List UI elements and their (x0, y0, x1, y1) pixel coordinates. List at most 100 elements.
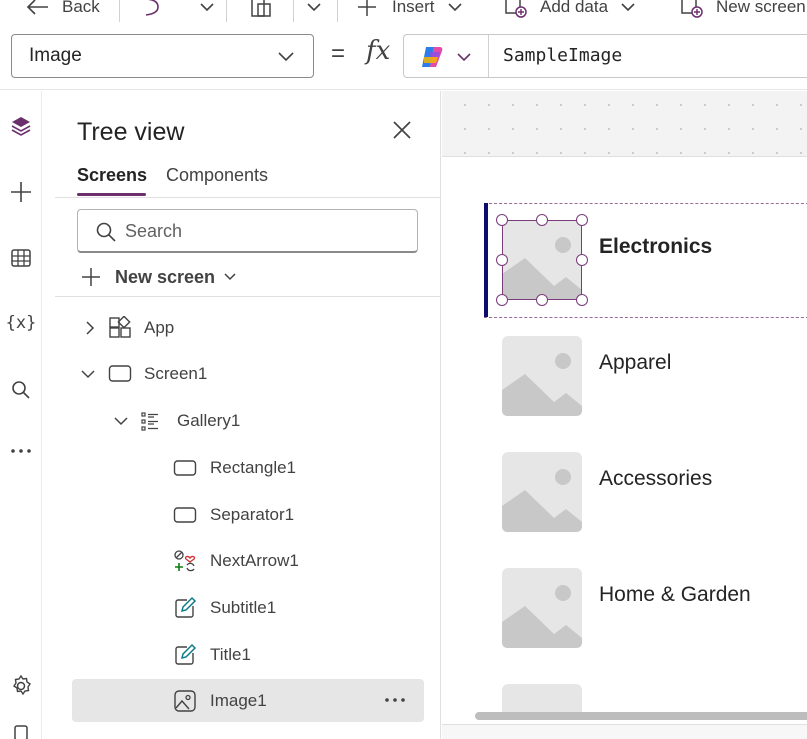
selection-outline (502, 220, 582, 300)
new-screen-command-label: New screen (716, 0, 806, 16)
tree-node-separator1[interactable]: Separator1 (72, 496, 424, 534)
chevron-right-icon[interactable] (82, 320, 98, 336)
resize-handle[interactable] (536, 214, 548, 226)
plus-icon (358, 0, 376, 16)
new-screen-button[interactable]: New screen (81, 263, 237, 291)
tree-node-label: Screen1 (144, 364, 208, 383)
tree-node-label: Rectangle1 (210, 458, 297, 477)
undo-dropdown[interactable] (199, 0, 215, 20)
canvas-footer (442, 724, 807, 739)
fx-icon[interactable]: fx (366, 36, 390, 66)
paste-button[interactable] (250, 0, 272, 20)
tree-node-nextarrow1[interactable]: NextArrow1 (72, 542, 424, 580)
resize-handle[interactable] (576, 254, 588, 266)
data-table-icon[interactable] (9, 246, 33, 270)
chevron-down-icon (447, 3, 462, 12)
resize-handle[interactable] (496, 214, 508, 226)
paste-icon (251, 0, 271, 17)
gallery-icon (141, 412, 158, 431)
selection-bar (484, 203, 488, 317)
divider (488, 35, 489, 77)
rectangle-icon (173, 460, 197, 476)
gallery-item-title[interactable]: Apparel (599, 351, 671, 375)
account-icon[interactable] (9, 724, 33, 739)
new-screen-icon (681, 0, 703, 18)
chevron-down-icon (278, 52, 294, 62)
back-button[interactable]: Back (24, 0, 100, 20)
chevron-down-icon (307, 3, 321, 12)
settings-icon[interactable] (9, 674, 33, 698)
resize-handle[interactable] (536, 294, 548, 306)
formula-input[interactable]: SampleImage (403, 34, 807, 78)
search-icon[interactable] (9, 378, 33, 402)
property-value: Image (29, 45, 82, 66)
resize-handle[interactable] (496, 254, 508, 266)
search-input[interactable]: Search (77, 209, 418, 253)
undo-button[interactable] (140, 0, 164, 20)
divider (55, 296, 441, 297)
tree-node-subtitle1[interactable]: Subtitle1 (72, 589, 424, 627)
tree-node-label: Image1 (210, 691, 267, 710)
gallery-item-title[interactable]: Electronics (599, 235, 712, 259)
tree-node-gallery1[interactable]: Gallery1 (72, 402, 424, 440)
placeholder-image[interactable] (502, 684, 582, 712)
variables-icon[interactable]: {x} (6, 311, 37, 335)
more-options-icon[interactable] (384, 688, 406, 712)
tree-node-screen1[interactable]: Screen1 (72, 355, 424, 393)
back-label: Back (62, 0, 100, 16)
chevron-down-icon[interactable] (80, 366, 96, 382)
chevron-down-icon (621, 3, 635, 12)
database-add-icon (505, 0, 527, 18)
property-dropdown[interactable]: Image (11, 34, 314, 78)
tab-screens[interactable]: Screens (77, 165, 147, 186)
screen-icon (108, 365, 132, 382)
canvas[interactable]: Electronics Apparel Accessories Home & G… (442, 91, 807, 739)
tree-node-label: NextArrow1 (210, 551, 299, 570)
chevron-down-icon[interactable] (113, 413, 129, 429)
gallery-item-title[interactable]: Accessories (599, 467, 712, 491)
copilot-icon (422, 47, 443, 67)
chevron-down-icon (457, 53, 471, 62)
command-bar: Back Insert Add data New screen (0, 0, 807, 28)
edit-label-icon (175, 596, 197, 618)
divider (293, 0, 294, 22)
new-screen-command[interactable]: New screen (680, 0, 806, 20)
more-icon[interactable] (9, 439, 33, 463)
insert-icon[interactable] (9, 180, 33, 204)
horizontal-scrollbar[interactable] (475, 712, 807, 720)
tree-node-app[interactable]: App (72, 309, 424, 347)
resize-handle[interactable] (576, 294, 588, 306)
chevron-down-icon (200, 3, 214, 12)
add-data-button[interactable]: Add data (504, 0, 636, 20)
resize-handle[interactable] (496, 294, 508, 306)
divider (119, 0, 120, 22)
tab-components[interactable]: Components (166, 165, 268, 186)
edit-label-icon (175, 643, 197, 665)
tree-node-label: Separator1 (210, 505, 295, 524)
tree-node-image1[interactable]: Image1 (72, 679, 424, 722)
insert-button[interactable]: Insert (356, 0, 463, 20)
resize-handle[interactable] (576, 214, 588, 226)
tree-view-panel: Tree view Screens Components Search New … (55, 91, 441, 739)
gallery-item-title[interactable]: Home & Garden (599, 583, 751, 607)
tree-node-label: Title1 (210, 645, 251, 664)
placeholder-image[interactable] (502, 568, 582, 648)
formula-bar: Image = fx SampleImage (0, 28, 807, 90)
placeholder-image[interactable] (502, 336, 582, 416)
tree-node-title1[interactable]: Title1 (72, 636, 424, 674)
paste-dropdown[interactable] (306, 0, 322, 20)
copilot-button[interactable] (418, 43, 478, 71)
add-data-label: Add data (540, 0, 609, 16)
tree-node-label: Subtitle1 (210, 598, 277, 617)
arrow-left-icon (26, 0, 48, 15)
chevron-down-icon (224, 273, 236, 281)
equals-sign: = (331, 40, 346, 67)
tree-view-icon[interactable] (9, 114, 33, 138)
search-icon (96, 222, 116, 242)
image-icon (174, 690, 196, 712)
icons-control-icon (174, 550, 196, 572)
formula-text[interactable]: SampleImage (503, 45, 622, 66)
tree-node-rectangle1[interactable]: Rectangle1 (72, 449, 424, 487)
close-icon[interactable] (391, 119, 413, 141)
placeholder-image[interactable] (502, 452, 582, 532)
